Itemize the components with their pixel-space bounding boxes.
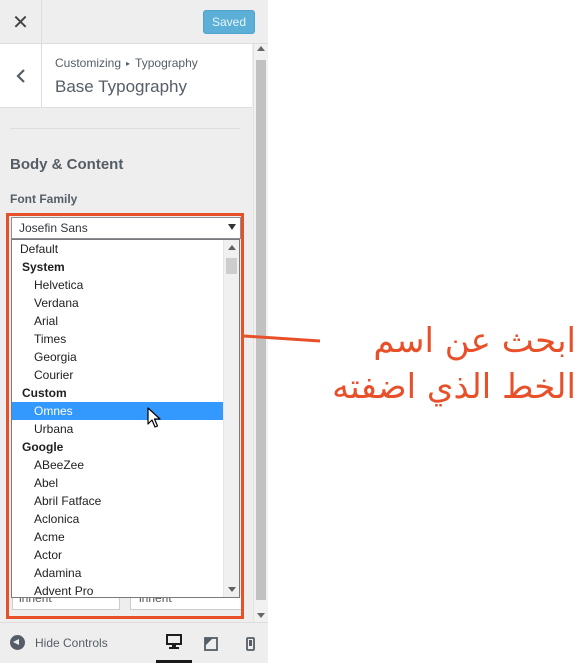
- collapse-icon: [10, 635, 25, 650]
- annotation-line-2: الخط الذي اضفته: [332, 367, 576, 407]
- breadcrumb-current: Typography: [135, 56, 198, 70]
- annotation-line-1: ابحث عن اسم: [373, 321, 576, 361]
- scroll-up-arrow-icon[interactable]: [257, 46, 265, 51]
- customizer-footer: Hide Controls: [0, 622, 268, 663]
- customizer-header: ✕ Saved: [0, 0, 268, 44]
- section-header: Customizing ▸ Typography Base Typography: [0, 44, 252, 108]
- breadcrumb-separator-icon: ▸: [126, 59, 131, 68]
- tablet-preview-button[interactable]: [195, 623, 227, 663]
- back-button[interactable]: [0, 44, 42, 108]
- desktop-icon: [166, 634, 182, 649]
- hide-controls-button[interactable]: Hide Controls: [10, 635, 108, 650]
- font-family-label: Font Family: [10, 192, 78, 206]
- hide-controls-label: Hide Controls: [35, 635, 108, 650]
- section-divider: [10, 128, 240, 129]
- breadcrumb: Customizing ▸ Typography: [55, 56, 198, 70]
- saved-button[interactable]: Saved: [203, 10, 255, 34]
- annotation-highlight-box: [6, 213, 244, 619]
- mobile-icon: [245, 636, 255, 651]
- annotation-pointer-line: [244, 334, 320, 343]
- breadcrumb-parent: Customizing: [55, 56, 122, 70]
- mobile-preview-button[interactable]: [234, 623, 266, 663]
- scroll-down-arrow-icon[interactable]: [257, 613, 265, 618]
- chevron-left-icon: [15, 69, 25, 83]
- section-title: Base Typography: [55, 77, 187, 96]
- close-icon[interactable]: ✕: [0, 0, 42, 44]
- annotation-text: ابحث عن اسم الخط الذي اضفته: [318, 318, 576, 410]
- tablet-icon: [204, 636, 218, 651]
- group-title: Body & Content: [10, 156, 124, 173]
- desktop-preview-button[interactable]: [156, 623, 192, 663]
- scroll-thumb[interactable]: [256, 60, 266, 600]
